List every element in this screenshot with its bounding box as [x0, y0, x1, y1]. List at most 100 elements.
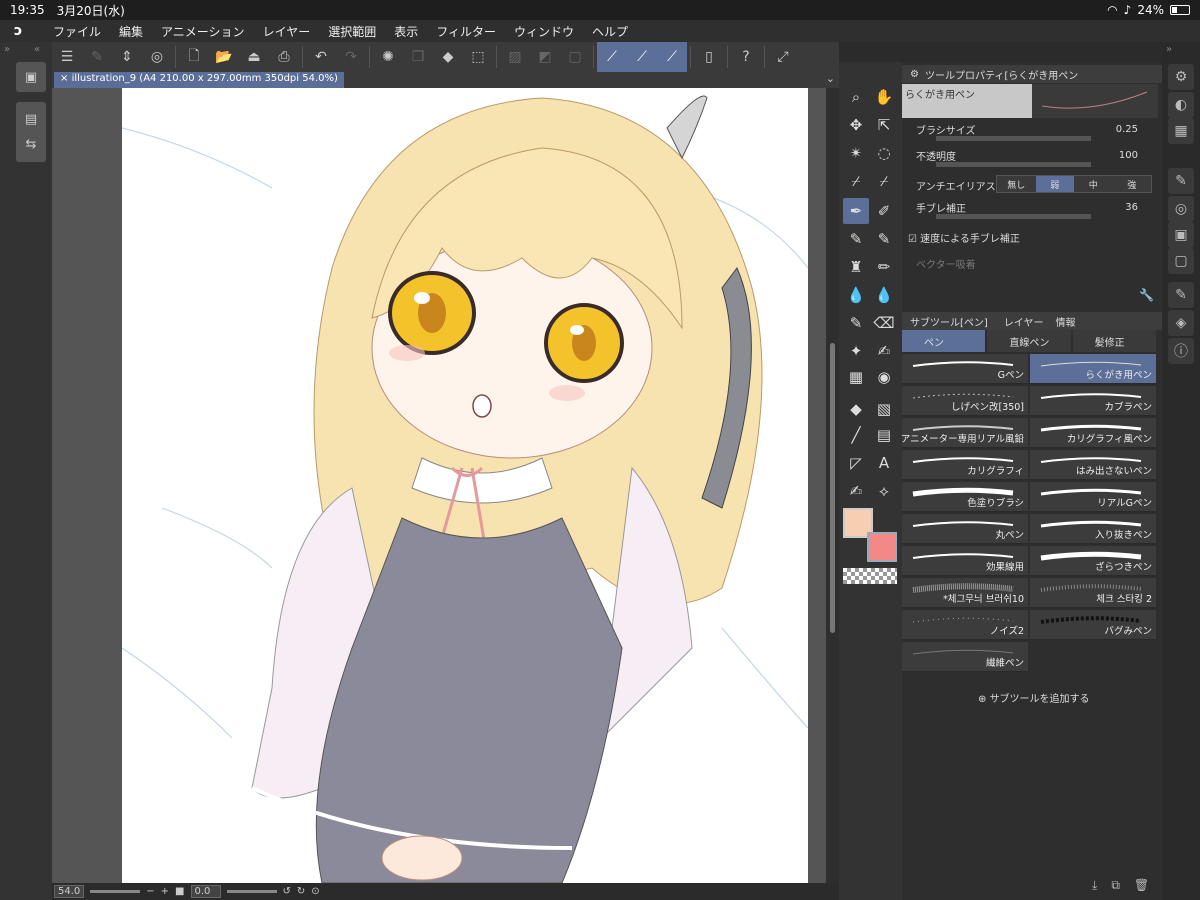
tool-property-icon[interactable]: ✎ [1168, 168, 1194, 194]
save-icon[interactable]: ⏏ [239, 42, 269, 72]
brush-tool-icon[interactable]: ✏ [871, 254, 897, 280]
rotate-left-icon[interactable]: ↺ [283, 886, 291, 897]
airbrush-icon[interactable]: 💧 [843, 282, 869, 308]
opacity-slider[interactable] [936, 162, 1091, 167]
menu-window[interactable]: ウィンドウ [505, 23, 583, 40]
zoom-slider[interactable] [90, 890, 141, 893]
download-icon[interactable]: ⤓ [1092, 878, 1097, 893]
eyedropper-icon[interactable]: ⌿ [843, 168, 869, 194]
brush-item[interactable]: 効果線用 [902, 546, 1028, 576]
brush-item-selected[interactable]: らくがき用ペン [1030, 354, 1156, 384]
gradient-tool-icon[interactable]: ▧ [871, 396, 897, 422]
move-tool-icon[interactable]: ✥ [843, 112, 869, 138]
brush-item[interactable]: はみ出さないペン [1030, 450, 1156, 480]
transparent-color-swatch[interactable] [843, 568, 897, 584]
swap-icon[interactable]: ⇕ [112, 42, 142, 72]
speed-stab-row[interactable]: ☑ 速度による手ブレ補正 [908, 230, 1148, 245]
trash-icon[interactable]: 🗑 [1134, 878, 1149, 893]
preset-name-box[interactable]: らくがき用ペン [902, 84, 1032, 118]
help-icon[interactable]: ? [731, 42, 761, 72]
ruler-snap-icon[interactable]: ⟋ [597, 42, 627, 72]
menu-help[interactable]: ヘルプ [583, 23, 637, 40]
magic-wand-icon[interactable]: ✴ [843, 140, 869, 166]
balloon-icon[interactable]: ✍ [843, 478, 869, 504]
antialias-weak[interactable]: 弱 [1035, 176, 1074, 192]
marker-tool-icon[interactable]: ✐ [871, 198, 897, 224]
eraser-icon[interactable]: ⌫ [871, 310, 897, 336]
zoom-out-icon[interactable]: − [146, 886, 154, 897]
undo-icon[interactable]: ↶ [306, 42, 336, 72]
brush-item[interactable]: 繊維ペン [902, 642, 1028, 672]
opacity-row[interactable]: 不透明度 100 [916, 148, 1156, 172]
brush-item[interactable]: 入り抜きペン [1030, 514, 1156, 544]
line-tool-icon[interactable]: ╱ [843, 422, 869, 448]
frame-tool-icon[interactable]: ▤ [871, 422, 897, 448]
rotate-right-icon[interactable]: ↻ [297, 886, 305, 897]
brush-item[interactable]: カブラペン [1030, 386, 1156, 416]
checkbox-icon[interactable]: ☑ [908, 234, 917, 245]
reference-icon[interactable]: ◎ [142, 42, 172, 72]
menu-edit[interactable]: 編集 [110, 23, 152, 40]
sub-color-swatch[interactable] [867, 532, 897, 562]
brush-item[interactable]: バグみペン [1030, 610, 1156, 640]
color-set-icon[interactable]: ▣ [1168, 222, 1194, 248]
opacity-value[interactable]: 100 [1119, 150, 1138, 161]
menu-layer[interactable]: レイヤー [254, 23, 320, 40]
menu-view[interactable]: 表示 [385, 23, 427, 40]
sub-view-icon[interactable]: ◐ [1168, 92, 1194, 118]
add-subtool-button[interactable]: ⊕ サブツールを追加する [978, 690, 1090, 705]
pencil-2-tool-icon[interactable]: ✎ [871, 226, 897, 252]
reset-rotation-icon[interactable]: ⊙ [311, 886, 319, 897]
duplicate-icon[interactable]: ⧉ [1111, 878, 1120, 893]
drawing-canvas[interactable] [122, 88, 808, 883]
antialias-mid[interactable]: 中 [1074, 176, 1113, 192]
rotation-slider[interactable] [226, 890, 277, 893]
selection-icon[interactable]: ▨ [500, 42, 530, 72]
pen-snap-icon[interactable]: ⟋ [657, 42, 687, 72]
brush-snap-icon[interactable]: ⟋ [627, 42, 657, 72]
brush-size-icon[interactable]: ◎ [1168, 196, 1194, 222]
canvas-vertical-scrollbar[interactable] [826, 88, 839, 883]
brush-item[interactable]: Gペン [902, 354, 1028, 384]
zoom-tool-icon[interactable]: ⌕ [843, 84, 869, 110]
frame-icon[interactable]: ▢ [560, 42, 590, 72]
brush-item[interactable]: リアルGペン [1030, 482, 1156, 512]
stabilization-value[interactable]: 36 [1125, 202, 1138, 213]
menu-selection[interactable]: 選択範囲 [319, 23, 385, 40]
brush-item[interactable]: ざらつきペン [1030, 546, 1156, 576]
brush-item[interactable]: 色塗りブラシ [902, 482, 1028, 512]
document-tab[interactable]: × illustration_9 (A4 210.00 x 297.00mm 3… [54, 72, 344, 88]
menu-file[interactable]: ファイル [44, 23, 110, 40]
object-tool-icon[interactable]: ⇱ [871, 112, 897, 138]
layer-panel-tab[interactable]: レイヤー [1004, 314, 1044, 329]
pen-tool-icon[interactable]: ✒ [843, 198, 869, 224]
smartphone-icon[interactable]: ▯ [694, 42, 724, 72]
antialias-strong[interactable]: 強 [1112, 176, 1151, 192]
layer-thumb-icon[interactable]: ▣ [16, 62, 46, 92]
spiral-icon[interactable]: ◉ [871, 364, 897, 390]
brush-item[interactable]: しげペン改[350] [902, 386, 1028, 416]
menu-filter[interactable]: フィルター [427, 23, 505, 40]
fill-tool-icon[interactable]: ◆ [843, 396, 869, 422]
layers-icon[interactable]: ◈ [1168, 310, 1194, 336]
menu-animation[interactable]: アニメーション [152, 23, 254, 40]
stamp-tool-icon[interactable]: ♜ [843, 254, 869, 280]
stabilization-slider[interactable] [936, 214, 1091, 219]
lasso-tool-icon[interactable]: ◌ [871, 140, 897, 166]
rotation-value[interactable]: 0.0 [190, 885, 221, 898]
zoom-value[interactable]: 54.0 [54, 885, 85, 898]
grid-tool-icon[interactable]: ▦ [843, 364, 869, 390]
eyedropper-2-icon[interactable]: ⌿ [871, 168, 897, 194]
material-icon[interactable]: ▦ [1168, 118, 1194, 144]
app-logo-icon[interactable]: ↄ [14, 23, 36, 39]
collapse-right-icon[interactable]: » [1166, 44, 1172, 55]
layer-copy-icon[interactable]: ❐ [403, 42, 433, 72]
brush-item[interactable]: カリグラフィ [902, 450, 1028, 480]
info-panel-tab[interactable]: 情報 [1056, 314, 1076, 329]
stabilization-row[interactable]: 手ブレ補正 36 [916, 200, 1156, 224]
decoration-icon[interactable]: ✎ [843, 310, 869, 336]
chevron-down-icon[interactable]: ⌄ [826, 72, 835, 85]
export-icon[interactable]: ⎙ [269, 42, 299, 72]
menu-icon[interactable]: ☰ [52, 42, 82, 72]
info-icon[interactable]: ⓘ [1168, 338, 1194, 364]
